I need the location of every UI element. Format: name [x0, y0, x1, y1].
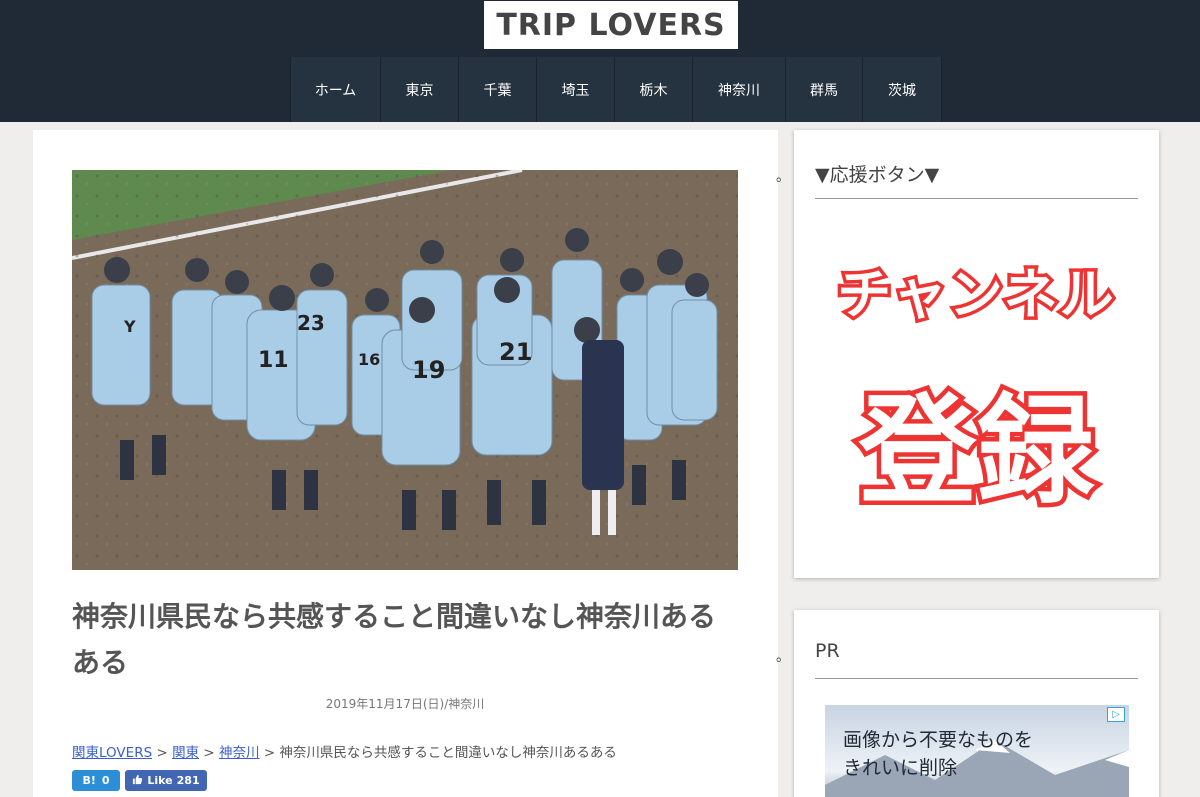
widget-title: ▼応援ボタン▼: [815, 164, 940, 186]
nav-item-kanagawa[interactable]: 神奈川: [693, 57, 786, 122]
pr-widget: PR ▷ 画像から不要なものを きれいに削除: [794, 610, 1159, 797]
breadcrumb-link-kanto[interactable]: 関東: [172, 745, 199, 761]
thumbs-up-icon: [132, 774, 143, 788]
jersey-number: 23: [297, 311, 325, 335]
ad-text-line1: 画像から不要なものを: [843, 729, 1034, 751]
hatena-icon: B!: [82, 774, 96, 787]
widget-divider: [815, 198, 1138, 199]
nav-item-gunma[interactable]: 群馬: [786, 57, 863, 122]
nav-item-saitama[interactable]: 埼玉: [537, 57, 615, 122]
hatena-bookmark-button[interactable]: B! 0: [72, 770, 120, 791]
jersey-number: 11: [258, 348, 289, 373]
baseball-team-photo: 11 23 16 19 21 Y: [72, 170, 738, 570]
breadcrumb-separator: >: [263, 745, 276, 761]
nav-item-chiba[interactable]: 千葉: [459, 57, 537, 122]
banner-line-channel: チャンネル: [834, 260, 1117, 330]
article-title: 神奈川県民なら共感すること間違いなし神奈川あるある: [72, 600, 717, 679]
jersey-letter: Y: [123, 317, 136, 336]
hero-image: 11 23 16 19 21 Y: [72, 170, 738, 570]
banner-line-register: 登録: [854, 378, 1099, 525]
logo-text: TRIP LOVERS: [496, 7, 726, 43]
nav-item-home[interactable]: ホーム: [290, 57, 381, 122]
breadcrumb-current: 神奈川県民なら共感すること間違いなし神奈川あるある: [279, 745, 617, 761]
list-bullet: 。: [776, 649, 790, 665]
pr-advertisement[interactable]: ▷ 画像から不要なものを きれいに削除: [825, 705, 1129, 797]
main-nav: ホーム 東京 千葉 埼玉 栃木 神奈川 群馬 茨城: [290, 57, 942, 122]
breadcrumb-link-kanagawa[interactable]: 神奈川: [219, 745, 260, 761]
nav-item-ibaraki[interactable]: 茨城: [863, 57, 942, 122]
article-meta: 2019年11月17日(日)/神奈川: [325, 697, 485, 711]
facebook-like-label: Like: [147, 774, 173, 787]
breadcrumb-link-kanto-lovers[interactable]: 関東LOVERS: [72, 745, 152, 761]
breadcrumb: 関東LOVERS > 関東 > 神奈川 > 神奈川県民なら共感すること間違いなし…: [72, 741, 617, 761]
jersey-number: 16: [358, 350, 380, 369]
widget-divider: [815, 678, 1138, 679]
hatena-count: 0: [101, 774, 110, 787]
site-logo[interactable]: TRIP LOVERS: [484, 1, 738, 49]
breadcrumb-separator: >: [156, 745, 168, 761]
jersey-number: 19: [412, 356, 445, 384]
ad-text-line2: きれいに削除: [843, 757, 958, 779]
widget-title: PR: [815, 640, 840, 662]
share-buttons: B! 0 Like 281: [72, 770, 207, 791]
nav-item-tokyo[interactable]: 東京: [381, 57, 459, 122]
nav-item-tochigi[interactable]: 栃木: [615, 57, 693, 122]
ad-choices-icon[interactable]: ▷: [1107, 707, 1125, 722]
article-card: 11 23 16 19 21 Y 神奈川県民なら共感すること間違いなし神奈川ある…: [33, 130, 778, 797]
support-widget: ▼応援ボタン▼ チャンネル 登録: [794, 130, 1159, 578]
breadcrumb-separator: >: [203, 745, 215, 761]
site-header: TRIP LOVERS ホーム 東京 千葉 埼玉 栃木 神奈川 群馬 茨城: [0, 0, 1200, 122]
jersey-number: 21: [499, 338, 532, 366]
list-bullet: 。: [776, 169, 790, 185]
facebook-like-button[interactable]: Like 281: [125, 770, 207, 791]
facebook-like-count: 281: [176, 774, 200, 787]
